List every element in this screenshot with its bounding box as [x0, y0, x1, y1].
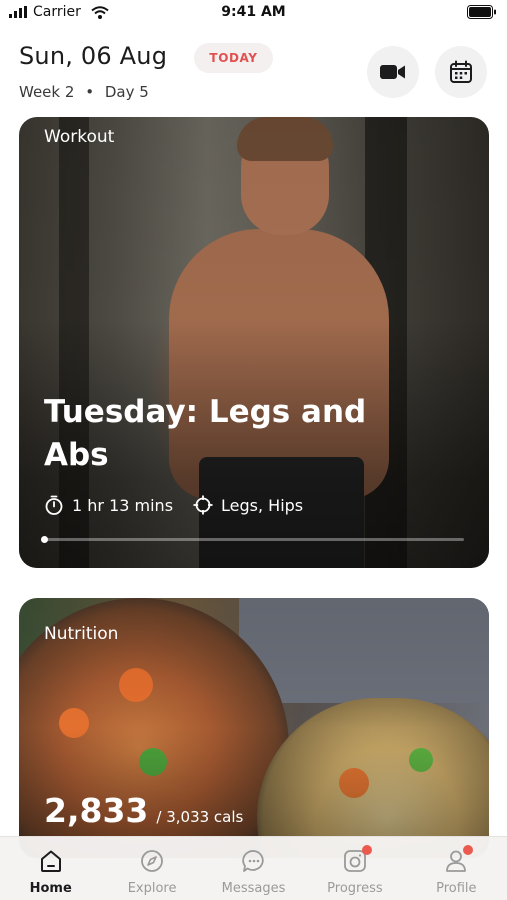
tab-progress[interactable]: Progress: [304, 837, 405, 900]
tab-label: Profile: [436, 881, 477, 896]
calories-total: / 3,033 cals: [156, 808, 244, 826]
video-camera-icon: [380, 65, 405, 79]
nutrition-card[interactable]: Nutrition 2,833 / 3,033 cals: [19, 598, 489, 858]
duration-item: 1 hr 13 mins: [44, 495, 173, 515]
stopwatch-icon: [45, 495, 63, 515]
notification-badge: [361, 845, 372, 855]
calendar-icon: [450, 60, 472, 83]
focus-text: Legs, Hips: [221, 495, 304, 515]
separator-dot: •: [85, 83, 95, 101]
target-icon: [193, 495, 213, 515]
day-label: Day 5: [104, 83, 149, 101]
calories-consumed: 2,833: [44, 791, 149, 830]
video-call-button[interactable]: [367, 46, 419, 98]
chat-bubble-icon: [240, 847, 268, 875]
status-right: [467, 5, 497, 23]
tab-label: Home: [29, 881, 72, 896]
workout-meta: 1 hr 13 mins Legs, Hips: [44, 495, 323, 515]
status-bar: Carrier 9:41 AM: [0, 0, 507, 28]
tab-explore[interactable]: Explore: [101, 837, 202, 900]
camera-icon: [341, 845, 372, 875]
week-day-subtitle: Week 2 • Day 5: [19, 83, 149, 101]
person-icon: [442, 845, 474, 875]
tab-label: Explore: [127, 881, 177, 896]
battery-icon: [467, 5, 496, 19]
tab-label: Progress: [327, 881, 383, 896]
header: Sun, 06 Aug TODAY Week 2 • Day 5: [19, 40, 488, 106]
home-icon: [37, 847, 65, 875]
today-button[interactable]: TODAY: [194, 43, 273, 73]
tab-profile[interactable]: Profile: [406, 837, 507, 900]
tab-label: Messages: [221, 881, 286, 896]
workout-card-label: Workout: [44, 127, 115, 147]
page-title-date: Sun, 06 Aug: [19, 42, 168, 70]
notification-badge: [463, 845, 474, 855]
app-screen: Carrier 9:41 AM Sun, 06 Aug TODAY Week 2…: [0, 0, 507, 900]
focus-item: Legs, Hips: [193, 495, 303, 515]
tab-messages[interactable]: Messages: [203, 837, 304, 900]
calendar-button[interactable]: [435, 46, 487, 98]
duration-text: 1 hr 13 mins: [72, 495, 174, 515]
workout-progress-bar: [41, 536, 464, 543]
status-time: 9:41 AM: [221, 4, 286, 20]
week-label: Week 2: [19, 83, 75, 101]
workout-title: Tuesday: Legs and Abs: [44, 394, 367, 473]
compass-icon: [138, 847, 166, 875]
calories-summary: 2,833 / 3,033 cals: [44, 791, 243, 830]
nutrition-card-label: Nutrition: [44, 624, 119, 644]
tab-home[interactable]: Home: [0, 837, 101, 900]
workout-progress-knob: [41, 536, 48, 543]
workout-card[interactable]: Workout Tuesday: Legs and Abs 1 hr 13 mi…: [19, 117, 489, 568]
bottom-tab-bar: Home Explore Messages Progress Profile: [0, 836, 507, 900]
